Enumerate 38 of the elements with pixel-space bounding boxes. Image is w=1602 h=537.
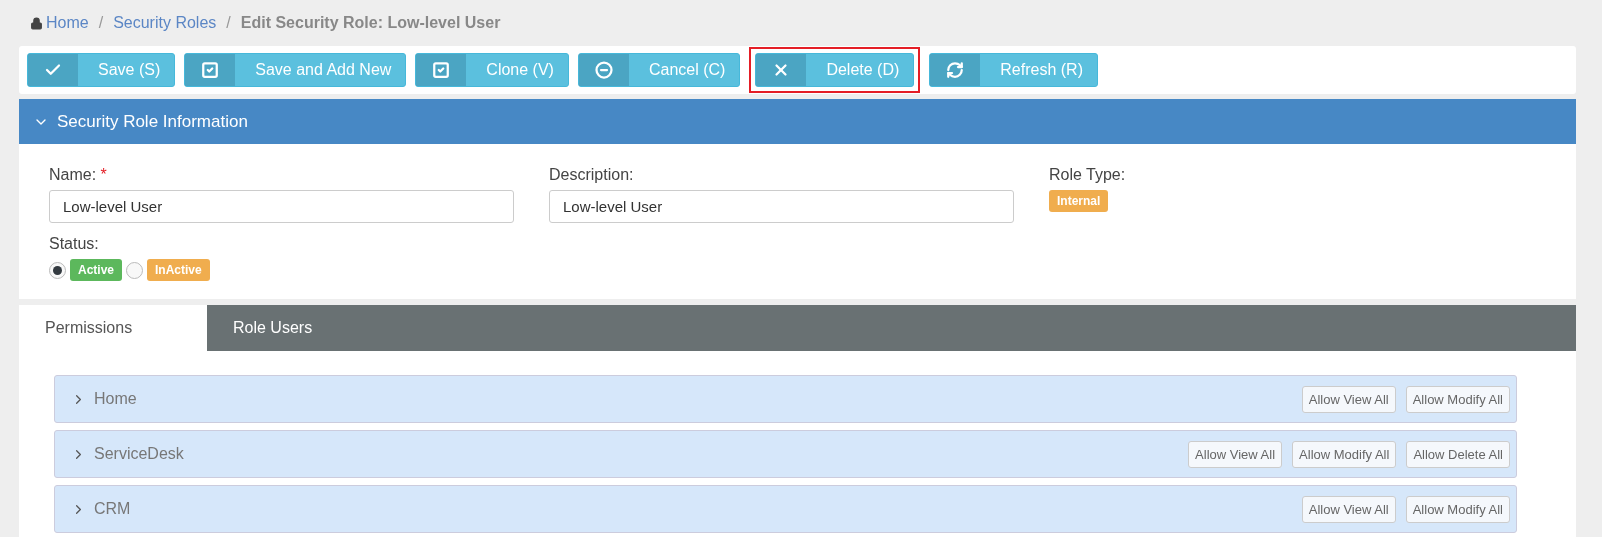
module-name: Home <box>94 390 138 408</box>
allow-button[interactable]: Allow Delete All <box>1406 440 1510 468</box>
refresh-icon <box>946 61 965 79</box>
minus-circle-icon <box>594 61 613 79</box>
status-badge: Active <box>70 259 123 281</box>
permission-row[interactable]: ServiceDesk Allow View All Allow Modify All Allow Delete All <box>54 430 1517 478</box>
allow-button[interactable]: Allow Modify All <box>1292 440 1397 468</box>
breadcrumb-separator: / <box>226 14 231 32</box>
allow-button[interactable]: Allow View All <box>1188 440 1283 468</box>
permission-row[interactable]: Home Allow View All Allow Modify All <box>54 375 1517 423</box>
checkbox-icon <box>432 61 451 79</box>
field-label: Name: * <box>49 166 108 184</box>
radio-button[interactable] <box>126 261 144 279</box>
breadcrumb-link[interactable]: Security Roles <box>113 14 217 32</box>
breadcrumb-current: Edit Security Role: Low-level User <box>240 14 501 32</box>
allow-button[interactable]: Allow View All <box>1301 385 1396 413</box>
breadcrumb-link[interactable]: Home <box>30 14 89 32</box>
panel-title: Security Role Information <box>57 111 248 132</box>
description-field[interactable]: Low-level User <box>549 190 1014 223</box>
module-name: CRM <box>94 500 132 518</box>
lock-icon <box>30 16 43 30</box>
field-label: Role Type: <box>1049 166 1127 184</box>
role-type-badge: Internal <box>1049 190 1109 212</box>
status-badge: InActive <box>147 259 210 281</box>
checkbox-icon <box>201 61 220 79</box>
allow-button[interactable]: Allow Modify All <box>1405 495 1510 523</box>
allow-button[interactable]: Allow Modify All <box>1405 385 1510 413</box>
field-label: Status: <box>49 235 100 253</box>
allow-button[interactable]: Allow View All <box>1301 495 1396 523</box>
radio-button[interactable] <box>49 261 66 279</box>
field-label: Description: <box>549 166 635 184</box>
name-field[interactable]: Low-level User <box>49 190 514 223</box>
breadcrumb-separator: / <box>98 14 104 32</box>
panel-header[interactable]: Security Role Information <box>19 99 1576 144</box>
module-name: ServiceDesk <box>94 445 185 463</box>
permission-row[interactable]: CRM Allow View All Allow Modify All <box>54 485 1517 533</box>
tab[interactable]: Role Users <box>207 305 339 351</box>
tab[interactable]: Permissions <box>19 305 207 351</box>
